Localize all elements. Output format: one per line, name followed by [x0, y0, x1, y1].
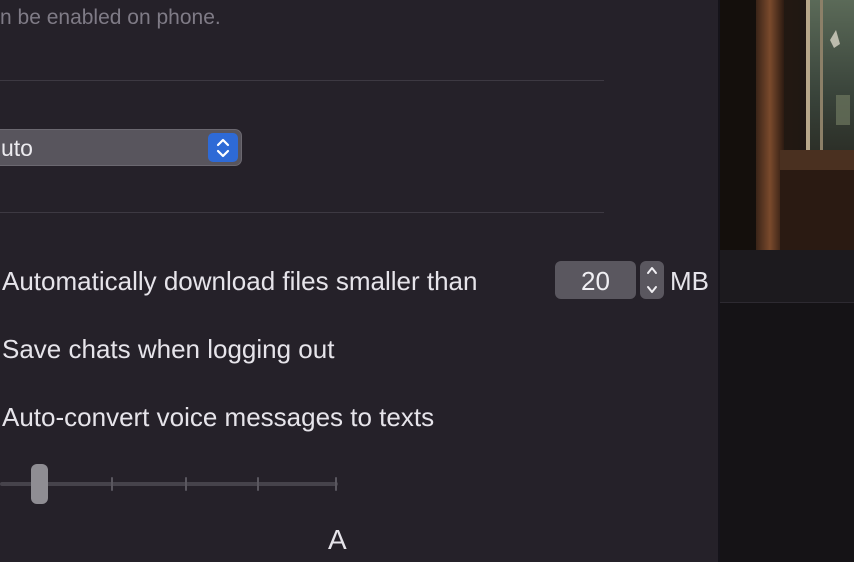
- theme-select-value: uto: [1, 135, 33, 161]
- phone-setting-hint: n be enabled on phone.: [0, 6, 221, 29]
- theme-select[interactable]: uto: [0, 129, 242, 166]
- auto-convert-voice-option[interactable]: Auto-convert voice messages to texts: [2, 402, 434, 433]
- slider-tick: [335, 477, 337, 491]
- slider-tick: [257, 477, 259, 491]
- preview-bar: [720, 250, 854, 302]
- wallpaper-preview-image: [720, 0, 854, 250]
- slider-tick: [185, 477, 187, 491]
- font-size-slider-track[interactable]: [0, 482, 338, 486]
- stepper-up-icon[interactable]: [640, 261, 664, 280]
- settings-panel: n be enabled on phone. uto Automatically…: [0, 0, 718, 562]
- font-size-large-label: A: [328, 524, 347, 555]
- download-size-value: 20: [581, 266, 610, 296]
- select-arrows-icon[interactable]: [208, 133, 238, 162]
- download-size-unit: MB: [670, 266, 709, 296]
- preview-divider: [720, 302, 854, 303]
- stepper-down-icon[interactable]: [640, 280, 664, 299]
- save-chats-option[interactable]: Save chats when logging out: [2, 334, 334, 365]
- auto-download-label: Automatically download files smaller tha…: [2, 266, 478, 296]
- font-size-slider-knob[interactable]: [31, 464, 48, 504]
- section-divider: [0, 212, 604, 213]
- download-size-field[interactable]: 20: [555, 261, 636, 299]
- download-size-stepper[interactable]: [640, 261, 664, 299]
- slider-tick: [111, 477, 113, 491]
- section-divider: [0, 80, 604, 81]
